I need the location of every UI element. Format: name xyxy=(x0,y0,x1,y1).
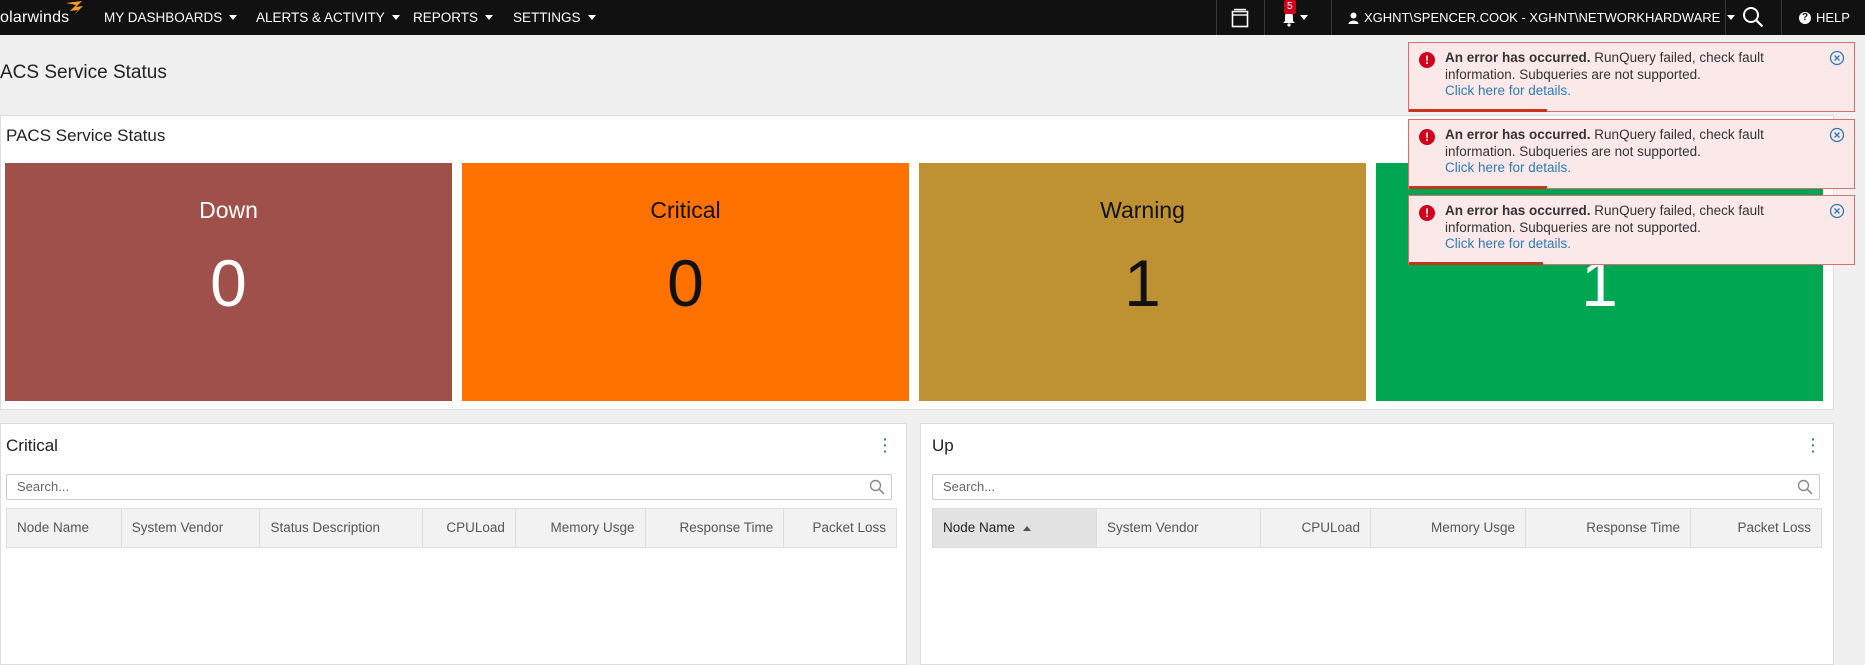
more-options-icon[interactable]: ⋮ xyxy=(876,436,894,454)
menu-label: ALERTS & ACTIVITY xyxy=(256,10,385,25)
menu-label: MY DASHBOARDS xyxy=(104,10,223,25)
divider xyxy=(1216,0,1217,35)
table-header: Node Name System Vendor CPULoad Memory U… xyxy=(932,508,1822,548)
column-node-name[interactable]: Node Name xyxy=(933,509,1097,547)
tile-label: Warning xyxy=(1100,197,1185,223)
error-toast: ! An error has occurred. RunQuery failed… xyxy=(1408,42,1855,112)
search-icon[interactable] xyxy=(1797,479,1813,495)
critical-nodes-panel: Critical ⋮ Search... Node Name System Ve… xyxy=(0,423,907,665)
toast-message: An error has occurred. RunQuery failed, … xyxy=(1445,203,1795,253)
divider xyxy=(1331,0,1332,35)
logo-text: olarwinds xyxy=(0,9,70,26)
pages-icon[interactable] xyxy=(1231,8,1249,28)
error-icon: ! xyxy=(1419,205,1435,221)
search-placeholder: Search... xyxy=(943,479,996,494)
caret-down-icon xyxy=(587,15,596,20)
flame-icon xyxy=(66,1,83,15)
help-icon: ? xyxy=(1799,11,1811,24)
details-link[interactable]: Click here for details. xyxy=(1445,160,1571,175)
status-tile-critical[interactable]: Critical 0 xyxy=(462,163,909,401)
error-icon: ! xyxy=(1419,129,1435,145)
divider xyxy=(1781,0,1782,35)
column-response-time[interactable]: Response Time xyxy=(1526,509,1691,547)
solarwinds-logo[interactable]: olarwinds xyxy=(0,1,83,31)
tile-count: 0 xyxy=(210,246,247,320)
sort-ascending-icon xyxy=(1023,525,1032,531)
column-memory-usage[interactable]: Memory Usge xyxy=(1371,509,1526,547)
close-icon[interactable] xyxy=(1829,50,1845,66)
toast-title: An error has occurred. xyxy=(1445,203,1591,218)
caret-down-icon xyxy=(391,15,400,20)
column-system-vendor[interactable]: System Vendor xyxy=(122,509,261,547)
top-navigation-bar: olarwinds MY DASHBOARDS ALERTS & ACTIVIT… xyxy=(0,0,1865,35)
panel-title: Critical xyxy=(6,436,58,455)
close-icon[interactable] xyxy=(1829,127,1845,143)
column-packet-loss[interactable]: Packet Loss xyxy=(784,509,896,547)
search-icon[interactable] xyxy=(869,479,885,495)
details-link[interactable]: Click here for details. xyxy=(1445,236,1571,251)
status-tile-down[interactable]: Down 0 xyxy=(5,163,452,401)
column-response-time[interactable]: Response Time xyxy=(646,509,785,547)
search-input[interactable]: Search... xyxy=(6,474,892,500)
status-tile-warning[interactable]: Warning 1 xyxy=(919,163,1366,401)
column-cpuload[interactable]: CPULoad xyxy=(1261,509,1371,547)
toast-title: An error has occurred. xyxy=(1445,50,1591,65)
caret-down-icon[interactable] xyxy=(1300,15,1308,20)
column-label: Node Name xyxy=(943,520,1016,535)
tile-label: Down xyxy=(199,197,258,223)
toast-message: An error has occurred. RunQuery failed, … xyxy=(1445,50,1795,100)
toast-message: An error has occurred. RunQuery failed, … xyxy=(1445,127,1795,177)
caret-down-icon xyxy=(229,15,238,20)
table-header: Node Name System Vendor Status Descripti… xyxy=(6,508,897,548)
user-icon xyxy=(1348,12,1359,24)
user-label: XGHNT\SPENCER.COOK - XGHNT\NETWORKHARDWA… xyxy=(1364,10,1721,25)
column-node-name[interactable]: Node Name xyxy=(7,509,122,547)
toast-progress-bar xyxy=(1409,262,1543,265)
tile-label: Critical xyxy=(650,197,721,223)
caret-down-icon xyxy=(1727,15,1736,20)
menu-reports[interactable]: REPORTS xyxy=(413,0,494,35)
tile-count: 0 xyxy=(667,246,704,320)
column-system-vendor[interactable]: System Vendor xyxy=(1097,509,1261,547)
error-icon: ! xyxy=(1419,52,1435,68)
divider xyxy=(1725,0,1726,35)
more-options-icon[interactable]: ⋮ xyxy=(1804,436,1822,454)
menu-settings[interactable]: SETTINGS xyxy=(513,0,596,35)
user-menu[interactable]: XGHNT\SPENCER.COOK - XGHNT\NETWORKHARDWA… xyxy=(1348,0,1736,35)
error-toast: ! An error has occurred. RunQuery failed… xyxy=(1408,119,1855,189)
tile-count: 1 xyxy=(1124,246,1161,320)
toast-progress-bar xyxy=(1409,186,1547,189)
error-toast: ! An error has occurred. RunQuery failed… xyxy=(1408,195,1855,265)
notification-badge: 5 xyxy=(1284,0,1296,14)
search-icon[interactable] xyxy=(1742,6,1764,28)
page-title: ACS Service Status xyxy=(0,62,167,83)
caret-down-icon xyxy=(485,15,494,20)
details-link[interactable]: Click here for details. xyxy=(1445,83,1571,98)
menu-label: SETTINGS xyxy=(513,10,581,25)
panel-title: Up xyxy=(932,436,954,455)
column-memory-usage[interactable]: Memory Usge xyxy=(516,509,646,547)
column-packet-loss[interactable]: Packet Loss xyxy=(1691,509,1821,547)
search-placeholder: Search... xyxy=(17,479,70,494)
close-icon[interactable] xyxy=(1829,203,1845,219)
toast-progress-bar xyxy=(1409,109,1547,112)
divider xyxy=(1264,0,1265,35)
help-button[interactable]: ? HELP xyxy=(1799,0,1850,35)
toast-title: An error has occurred. xyxy=(1445,127,1591,142)
search-input[interactable]: Search... xyxy=(932,474,1820,500)
menu-label: REPORTS xyxy=(413,10,479,25)
column-cpuload[interactable]: CPULoad xyxy=(423,509,516,547)
column-status-description[interactable]: Status Description xyxy=(260,509,424,547)
panel-title: PACS Service Status xyxy=(6,126,166,145)
menu-my-dashboards[interactable]: MY DASHBOARDS xyxy=(104,0,238,35)
help-label: HELP xyxy=(1816,10,1850,25)
up-nodes-panel: Up ⋮ Search... Node Name System Vendor C… xyxy=(920,423,1834,665)
menu-alerts-activity[interactable]: ALERTS & ACTIVITY xyxy=(256,0,400,35)
